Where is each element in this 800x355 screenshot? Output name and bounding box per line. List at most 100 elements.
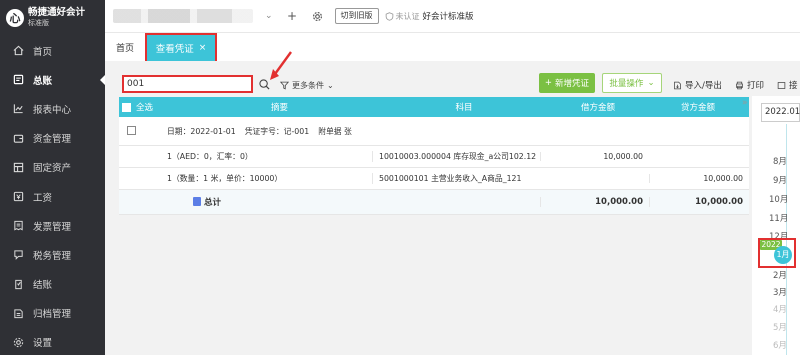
company-selector[interactable] [113, 9, 253, 23]
print-icon [736, 81, 743, 89]
tab-home[interactable]: 首页 [105, 33, 145, 61]
row-summary: 1（AED：0，汇率：0） [167, 152, 253, 161]
sidebar-item-label: 设置 [33, 338, 53, 350]
month-item[interactable]: 4月 [773, 303, 787, 315]
batch-actions-label: 批量操作 [609, 79, 644, 89]
more-actions-label: 接 [789, 81, 798, 91]
sidebar-item-fixed-assets[interactable]: 固定资产 [0, 153, 105, 182]
month-item-active[interactable]: 1月 [774, 246, 792, 264]
invoice-icon [13, 220, 24, 231]
month-item[interactable]: 10月 [769, 193, 788, 205]
settings-icon [13, 337, 24, 348]
sidebar-item-salary[interactable]: 工资 [0, 182, 105, 211]
voucher-date: 日期：2022-01-01 [167, 126, 236, 136]
sidebar-nav: 首页 总账 报表中心 资金管理 固定资产 工资 发票管理 税务管理 结账 归档管… [0, 36, 105, 355]
sidebar-item-label: 报表中心 [33, 104, 72, 116]
more-actions-icon [777, 81, 786, 89]
sidebar-item-label: 归档管理 [33, 309, 72, 321]
column-account: 科目 [455, 103, 473, 113]
sidebar-item-tax[interactable]: 税务管理 [0, 240, 105, 269]
tab-view-voucher[interactable]: 查看凭证 × [145, 33, 217, 63]
month-item[interactable]: 5月 [773, 321, 787, 333]
batch-actions-button[interactable]: 批量操作 ⌄ [602, 73, 662, 93]
edition-badge: 标准版 [28, 19, 49, 27]
switch-old-version-button[interactable]: 切到旧版 [334, 8, 379, 24]
add-icon[interactable]: + [287, 9, 298, 23]
voucher-number[interactable]: 凭证字号：记-001 [245, 126, 309, 137]
sidebar-item-settings[interactable]: 设置 [0, 328, 105, 355]
filter-icon [280, 81, 289, 90]
table-row[interactable]: 1（AED：0，汇率：0） 10010003.000004 库存现金_a公司10… [119, 146, 749, 168]
new-voucher-button[interactable]: + 新增凭证 [539, 73, 595, 93]
sidebar-item-label: 税务管理 [33, 250, 72, 262]
app-logo[interactable]: 心 畅捷通好会计 标准版 [0, 0, 105, 36]
sidebar-item-reports[interactable]: 报表中心 [0, 94, 105, 123]
unverified-label: 未认证 [395, 11, 420, 21]
gear-icon[interactable] [312, 11, 323, 22]
voucher-meta: 日期：2022-01-01 凭证字号：记-001 附单据 张 [161, 126, 749, 137]
sidebar-item-archive[interactable]: 归档管理 [0, 299, 105, 328]
column-debit: 借方金额 [580, 103, 615, 113]
month-item[interactable]: 9月 [773, 174, 787, 186]
voucher-checkbox[interactable] [127, 125, 136, 135]
edition-label: 好会计标准版 [422, 12, 474, 22]
print-label: 打印 [747, 81, 765, 91]
verification-status[interactable]: 未认证 [385, 11, 420, 22]
salary-icon [13, 191, 24, 202]
month-item[interactable]: 11月 [769, 212, 788, 224]
print-button[interactable]: 打印 [735, 79, 764, 91]
table-row[interactable]: 1（数量：1 米，单价：10000） 5001000101 主营业务收入_A商品… [119, 168, 749, 190]
sidebar-item-label: 总账 [33, 75, 53, 87]
sidebar-item-ledger[interactable]: 总账 [0, 65, 105, 94]
voucher-header-row[interactable]: 日期：2022-01-01 凭证字号：记-001 附单据 张 [119, 117, 749, 146]
search-input[interactable]: 001 [122, 75, 253, 93]
select-all-checkbox[interactable] [122, 102, 131, 112]
month-item[interactable]: 8月 [773, 155, 787, 167]
select-all-column[interactable]: 全选 [119, 101, 179, 113]
sidebar-item-label: 工资 [33, 192, 53, 204]
top-bar: ⌄ + 切到旧版 未认证 好会计标准版 [105, 0, 800, 33]
ledger-icon [13, 74, 24, 85]
new-voucher-label: 新增凭证 [555, 79, 590, 89]
period-timeline [752, 96, 800, 355]
chevron-down-icon: ⌄ [647, 78, 655, 88]
app-title: 畅捷通好会计 [28, 7, 86, 18]
total-credit: 10,000.00 [649, 197, 749, 207]
asset-icon [13, 162, 24, 173]
wallet-icon [13, 133, 24, 144]
home-icon [13, 45, 24, 56]
more-actions-button[interactable]: 接 [777, 79, 798, 91]
tab-label: 查看凭证 [155, 44, 194, 55]
tax-icon [13, 249, 24, 261]
document-icon [193, 197, 201, 206]
sidebar-item-label: 结账 [33, 280, 53, 292]
close-book-icon [13, 279, 24, 290]
year-period-selector[interactable]: 2022.01 [761, 103, 800, 122]
archive-icon [13, 308, 24, 319]
sidebar-item-label: 资金管理 [33, 134, 72, 146]
voucher-toolbar: 001 更多条件 ⌄ + 新增凭证 批量操作 ⌄ 导入/导出 打印 接 [105, 51, 800, 94]
logo-icon: 心 [6, 9, 24, 27]
total-debit: 10,000.00 [540, 197, 649, 207]
chart-icon [13, 103, 24, 114]
sidebar-item-home[interactable]: 首页 [0, 36, 105, 65]
chevron-down-icon[interactable]: ⌄ [265, 11, 273, 21]
import-export-icon [674, 81, 681, 89]
close-icon[interactable]: × [199, 43, 207, 53]
import-export-button[interactable]: 导入/导出 [673, 79, 722, 91]
sidebar-item-invoices[interactable]: 发票管理 [0, 211, 105, 240]
more-filters-button[interactable]: 更多条件 ⌄ [280, 80, 334, 91]
sidebar-item-closing[interactable]: 结账 [0, 270, 105, 299]
sidebar-item-funds[interactable]: 资金管理 [0, 124, 105, 153]
month-item[interactable]: 2月 [773, 269, 787, 281]
sidebar-item-label: 发票管理 [33, 221, 72, 233]
total-label-cell: 总计 [161, 196, 372, 208]
column-credit: 贷方金额 [680, 103, 715, 113]
sidebar: 心 畅捷通好会计 标准版 首页 总账 报表中心 资金管理 固定资产 工资 发票管… [0, 0, 105, 355]
tab-bar: 首页 查看凭证 × [105, 33, 800, 63]
month-item[interactable]: 6月 [773, 339, 787, 351]
expand-timeline-icon[interactable]: » [742, 98, 748, 108]
month-item[interactable]: 3月 [773, 286, 787, 298]
total-label: 总计 [204, 198, 222, 208]
voucher-table: 全选 摘要 科目 借方金额 贷方金额 日期：2022-01-01 凭证字号：记-… [119, 97, 749, 215]
